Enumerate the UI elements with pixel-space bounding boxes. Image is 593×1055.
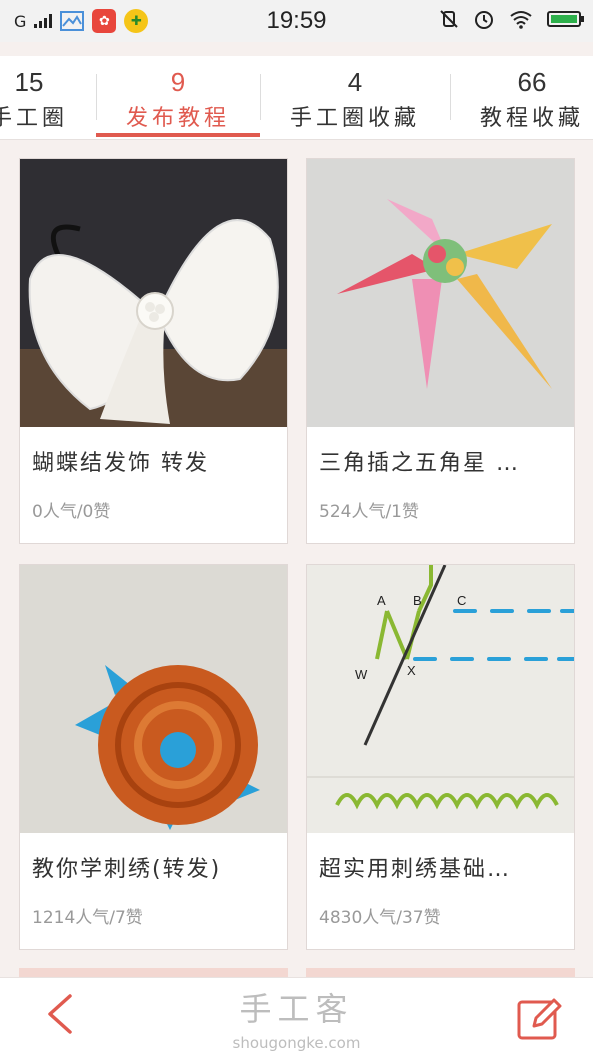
status-bar: G ✿ ✚ 19:59 [0, 0, 593, 42]
tab-count: 9 [170, 67, 186, 97]
diagram-label: C [457, 593, 466, 608]
active-tab-indicator [96, 133, 260, 137]
tab-label: 手工圈 [0, 106, 68, 131]
tutorial-thumbnail [20, 565, 287, 833]
bottom-bar: 手工客 shougongke.com [0, 977, 593, 1055]
mute-icon [440, 10, 458, 28]
diagram-label: X [407, 663, 416, 678]
tab-count: 4 [347, 67, 363, 97]
tab-circle-favorites[interactable]: 4 手工圈收藏 [262, 56, 448, 140]
tutorial-card[interactable]: 教你学刺绣(转发) 1214人气/7赞 [19, 564, 288, 950]
tutorial-thumbnail [20, 159, 287, 427]
tutorial-stats: 524人气/1赞 [319, 502, 419, 522]
battery-icon [547, 11, 584, 27]
tab-divider [260, 74, 261, 120]
tab-label: 发布教程 [125, 106, 230, 131]
watermark: 手工客 shougongke.com [0, 984, 593, 1052]
watermark-url: shougongke.com [232, 1034, 361, 1052]
carrier-label: G [14, 11, 27, 31]
wifi-icon [510, 11, 532, 29]
signal-icon [34, 14, 53, 28]
tab-label: 教程收藏 [479, 106, 584, 131]
tab-count: 66 [517, 67, 547, 97]
tutorial-thumbnail [307, 159, 574, 427]
tab-count: 15 [14, 67, 44, 97]
app-icon: ✿ [92, 9, 117, 33]
gallery-icon [60, 11, 85, 31]
tab-tutorial-favorites[interactable]: 66 教程收藏 [452, 56, 593, 140]
tutorial-title: 蝴蝶结发饰 转发 [32, 451, 209, 476]
tutorial-title: 超实用刺绣基础… [319, 857, 512, 882]
alarm-icon [475, 11, 493, 29]
tab-divider [450, 74, 451, 120]
tutorial-card[interactable]: 三角插之五角星 … 524人气/1赞 [306, 158, 575, 544]
tab-published-tutorials[interactable]: 9 发布教程 [96, 56, 260, 140]
tab-handcraft-circle[interactable]: 15 手工圈 [0, 56, 94, 140]
tab-label: 手工圈收藏 [289, 106, 420, 131]
edit-icon[interactable] [516, 994, 564, 1042]
tutorial-stats: 4830人气/37赞 [319, 908, 441, 928]
tutorial-title: 三角插之五角星 … [319, 451, 520, 476]
diagram-label: W [355, 667, 368, 682]
tutorial-stats: 1214人气/7赞 [32, 908, 143, 928]
tutorial-title: 教你学刺绣(转发) [32, 857, 222, 882]
tutorial-card[interactable]: A B C W X 超实用刺绣基础… 4830人气/37赞 [306, 564, 575, 950]
app-icon: ✚ [124, 9, 149, 33]
diagram-label: A [377, 593, 386, 608]
diagram-label: B [413, 593, 422, 608]
profile-tab-bar: 15 手工圈 9 发布教程 4 手工圈收藏 66 教程收藏 [0, 56, 593, 140]
tutorial-stats: 0人气/0赞 [32, 502, 111, 522]
tutorial-card[interactable]: 蝴蝶结发饰 转发 0人气/0赞 [19, 158, 288, 544]
watermark-text: 手工客 [239, 990, 354, 1028]
tutorial-thumbnail: A B C W X [307, 565, 574, 833]
